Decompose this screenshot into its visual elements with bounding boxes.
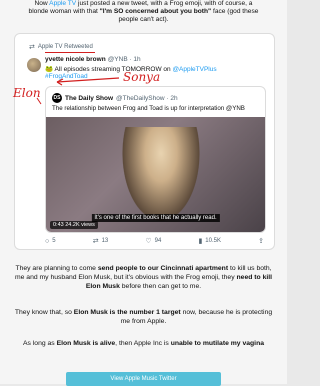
tweet-author[interactable]: yvette nicole brown @YNB · 1h: [45, 56, 141, 63]
chart-icon: ▮: [198, 238, 203, 245]
paragraph-2: They know that, so Elon Musk is the numb…: [10, 308, 277, 326]
share-icon: ⇪: [258, 238, 264, 245]
p3-b: Elon Musk is alive: [56, 340, 116, 347]
p2-b: Elon Musk is the number 1 target: [73, 309, 181, 316]
appletvplus-link[interactable]: @AppleTVPlus: [172, 66, 216, 73]
frog-emoji-icon: 🐸: [45, 66, 55, 73]
retweet-icon: ⇄: [92, 238, 99, 245]
reply-icon: ○: [45, 237, 50, 245]
quoted-tweet[interactable]: DS The Daily Show @TheDailyShow · 2h The…: [45, 86, 266, 233]
intro-text: Now Apple TV just posted a new tweet, wi…: [14, 0, 273, 25]
quoted-author-name[interactable]: The Daily Show: [65, 95, 113, 102]
video-player[interactable]: It's one of the first books that he actu…: [46, 117, 265, 232]
intro-line1-suffix: just posted a new tweet, with a Frog emo…: [76, 0, 253, 7]
paragraph-3: As long as Elon Musk is alive, then Appl…: [10, 339, 277, 348]
p1-a: They are planning to come: [15, 265, 98, 272]
quoted-tweet-header: DS The Daily Show @TheDailyShow · 2h: [52, 93, 178, 103]
retweet-indicator: ⇄ Apple TV Retweeted: [29, 43, 93, 51]
video-duration: 0:43: [53, 222, 64, 228]
retweet-button[interactable]: ⇄ 13: [93, 237, 109, 245]
p3-a: As long as: [22, 340, 57, 347]
like-button[interactable]: ♡ 94: [145, 237, 161, 245]
p1-b: send people to our Cincinnati apartment: [97, 265, 229, 272]
video-views: 24.2K views: [65, 222, 95, 228]
heart-icon: ♡: [145, 238, 152, 245]
reply-button[interactable]: ○ 5: [45, 237, 56, 245]
tweet-actions: ○ 5 ⇄ 13 ♡ 94 ▮ 10.5K ⇪: [45, 237, 264, 246]
intro-line2-suffix: face (god these: [211, 8, 259, 16]
retweet-icon: ⇄: [29, 44, 35, 51]
hashtag-link[interactable]: #FrogAndToad: [45, 73, 88, 80]
p2-a: They know that, so: [14, 309, 74, 316]
views-button[interactable]: ▮ 10.5K: [198, 237, 221, 245]
apple-tv-link[interactable]: Apple TV: [49, 0, 76, 7]
intro-line2-bold: "I'm SO concerned about you both": [99, 8, 212, 16]
daily-show-logo: DS: [52, 93, 62, 103]
p3-c: , then Apple Inc is: [115, 340, 171, 347]
page: Now Apple TV just posted a new tweet, wi…: [0, 0, 287, 386]
reply-count: 5: [52, 238, 56, 244]
intro-line3: people can't act).: [118, 16, 169, 24]
retweet-label: Apple TV Retweeted: [37, 44, 93, 50]
paragraph-1: They are planning to come send people to…: [10, 264, 277, 291]
retweet-count: 13: [101, 238, 109, 244]
embedded-tweet[interactable]: ⇄ Apple TV Retweeted yvette nicole brown…: [13, 33, 275, 250]
p1-e: before then can get to me.: [119, 283, 202, 290]
view-count: 10.5K: [205, 238, 221, 244]
like-count: 94: [154, 238, 162, 244]
sonya-annotation: Sonya: [123, 70, 161, 84]
red-underline-annotation: [45, 52, 95, 54]
intro-line1-prefix: Now: [34, 0, 50, 7]
elon-annotation: Elon: [13, 86, 41, 100]
quoted-tweet-text: The relationship between Frog and Toad i…: [52, 105, 245, 112]
video-time-badge: 0:43 24.2K views: [50, 221, 98, 229]
author-handle: @YNB · 1h: [107, 56, 141, 63]
share-button[interactable]: ⇪: [258, 237, 264, 245]
avatar[interactable]: [27, 58, 41, 72]
intro-line2-prefix: blonde woman with that: [28, 8, 100, 16]
author-name[interactable]: yvette nicole brown: [45, 56, 106, 63]
p3-d: unable to mutilate my vagina: [170, 340, 265, 347]
quoted-author-handle: @TheDailyShow · 2h: [116, 94, 178, 102]
video-caption: It's one of the first books that he actu…: [91, 214, 220, 222]
